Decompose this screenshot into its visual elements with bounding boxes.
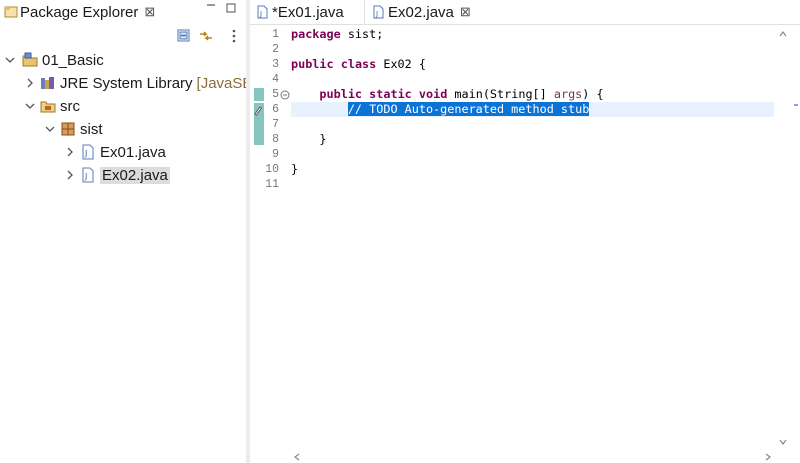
keyword: class [340, 57, 377, 71]
tree-item-label: Ex01.java [100, 143, 166, 161]
vertical-scrollbar[interactable] [776, 28, 790, 448]
svg-text:J: J [84, 172, 87, 181]
overview-ruler[interactable] [790, 25, 800, 463]
keyword: public [291, 57, 334, 71]
keyword: void [418, 87, 448, 101]
code-text: ) { [582, 87, 604, 101]
minimize-icon[interactable] [204, 2, 218, 16]
line-number: 10 [265, 163, 279, 176]
package-explorer-view: Package Explorer ⊠ 01_Basic JRE System L… [0, 0, 257, 463]
explorer-tab-bar: Package Explorer ⊠ [0, 0, 246, 24]
scroll-left-icon[interactable] [291, 451, 303, 463]
line-number: 8 [272, 133, 279, 146]
view-menu-icon[interactable] [226, 28, 242, 44]
package-explorer-tab[interactable]: Package Explorer ⊠ [0, 0, 155, 24]
svg-text:J: J [375, 10, 378, 18]
tree-item-sist[interactable]: sist [44, 118, 103, 140]
explorer-toolbar [0, 24, 246, 48]
java-file-icon: J [257, 5, 268, 19]
line-number: 9 [272, 148, 279, 161]
code-line: } [291, 132, 327, 146]
code-line: public static void main(String[] args) { [291, 87, 774, 102]
chevron-down-icon[interactable] [24, 100, 36, 112]
tab-ex01-java[interactable]: J *Ex01.java [250, 0, 365, 24]
chevron-right-icon[interactable] [64, 169, 76, 181]
package-explorer-icon [4, 6, 18, 18]
chevron-down-icon[interactable] [44, 123, 56, 135]
java-file-icon: J [82, 167, 94, 183]
selected-comment: // TODO Auto-generated method stub [347, 102, 590, 116]
tab-label: *Ex01.java [272, 3, 344, 21]
keyword: public [319, 87, 363, 101]
close-icon[interactable]: ⊠ [144, 4, 155, 20]
close-icon[interactable]: ⊠ [460, 4, 471, 20]
current-line: // TODO Auto-generated method stub [291, 102, 774, 117]
java-file-icon: J [373, 5, 384, 19]
tree-item-label: src [60, 97, 80, 115]
chevron-down-icon[interactable] [4, 54, 16, 66]
tree-item-label: Ex02.java [100, 166, 170, 184]
line-number: 3 [272, 58, 279, 71]
tree-item-ex02-java[interactable]: J Ex02.java [64, 164, 170, 186]
line-number-gutter: 1 2 3 4 5 6 7 8 9 10 11 [250, 25, 290, 463]
code-editor[interactable]: package sist; public class Ex02 { public… [291, 25, 774, 453]
tree-item-label: JRE System Library [60, 74, 193, 92]
tree-item-label: sist [80, 120, 103, 138]
chevron-right-icon[interactable] [64, 146, 76, 158]
tree-item-jre-system-library[interactable]: JRE System Library [JavaSE- [24, 72, 257, 94]
source-folder-icon [40, 101, 56, 113]
line-number: 4 [272, 73, 279, 86]
maximize-icon[interactable] [224, 2, 238, 16]
code-text: sist; [340, 27, 384, 41]
line-number: 5 [272, 88, 279, 101]
tree-item-label: 01_Basic [42, 51, 104, 69]
tree-item-src[interactable]: src [24, 95, 80, 117]
horizontal-scrollbar[interactable] [291, 451, 774, 463]
tree-item-01-basic[interactable]: 01_Basic [4, 49, 104, 71]
fold-collapse-icon[interactable] [280, 90, 290, 100]
tab-ex02-java[interactable]: J Ex02.java ⊠ [366, 0, 488, 24]
line-number: 2 [272, 43, 279, 56]
collapse-all-icon[interactable] [176, 28, 192, 44]
code-line: public class Ex02 { [291, 57, 774, 72]
chevron-right-icon[interactable] [24, 77, 36, 89]
package-icon [61, 122, 75, 136]
scroll-up-icon[interactable] [777, 28, 789, 40]
code-text: main(String[] [447, 87, 554, 101]
code-line: } [291, 162, 299, 176]
line-number: 6 [272, 103, 279, 116]
package-explorer-title: Package Explorer [20, 3, 139, 21]
keyword: static [369, 87, 412, 101]
java-file-icon: J [82, 144, 94, 160]
line-number: 7 [272, 118, 279, 131]
scroll-right-icon[interactable] [762, 451, 774, 463]
editor-tab-bar: J *Ex01.java J Ex02.java ⊠ [250, 0, 800, 25]
svg-text:J: J [259, 10, 262, 18]
tab-label: Ex02.java [388, 3, 454, 21]
scroll-down-icon[interactable] [777, 436, 789, 448]
library-icon [41, 77, 54, 89]
link-with-editor-icon[interactable] [198, 28, 214, 44]
line-number: 11 [265, 178, 279, 191]
overview-marker[interactable] [794, 104, 798, 106]
line-number: 1 [272, 28, 279, 41]
keyword: package [291, 27, 341, 41]
project-icon [22, 52, 38, 67]
code-text: Ex02 { [376, 57, 426, 71]
svg-text:J: J [84, 149, 87, 158]
code-line: package sist; [291, 27, 774, 42]
tree-item-ex01-java[interactable]: J Ex01.java [64, 141, 166, 163]
editor-area: J *Ex01.java J Ex02.java ⊠ 1 2 3 4 5 6 7… [250, 0, 800, 463]
parameter: args [553, 87, 583, 101]
